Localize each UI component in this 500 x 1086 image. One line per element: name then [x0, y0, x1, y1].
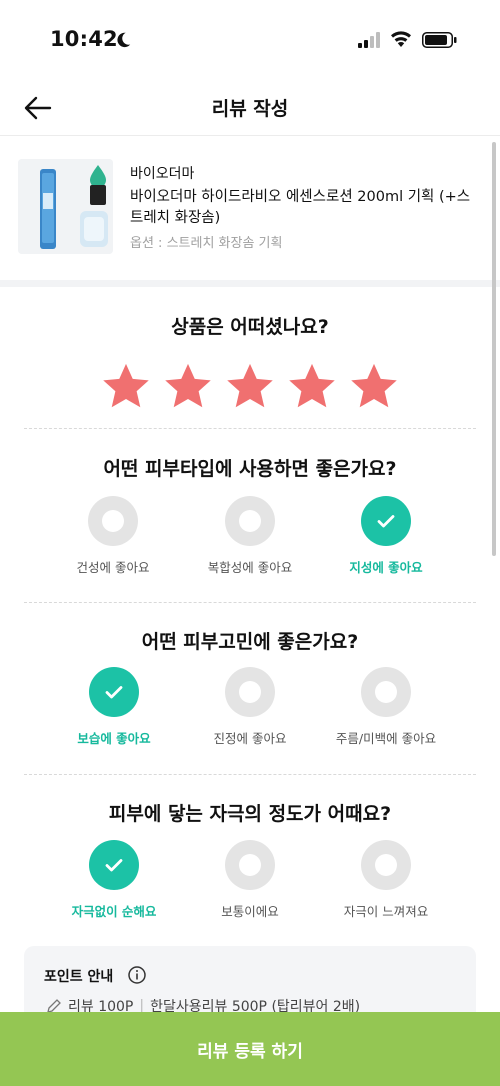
- skin-type-option-combination[interactable]: 복합성에 좋아요: [175, 496, 325, 576]
- skin-concern-option-wrinkle[interactable]: 주름/미백에 좋아요: [311, 667, 461, 747]
- option-label: 건성에 좋아요: [76, 560, 150, 575]
- radio-circle-icon: [361, 667, 411, 717]
- radio-circle-icon: [225, 496, 275, 546]
- star-icon[interactable]: [162, 360, 214, 412]
- submit-review-button[interactable]: 리뷰 등록 하기: [0, 1012, 500, 1086]
- status-bar: 10:42: [0, 0, 500, 80]
- points-title: 포인트 안내: [44, 969, 114, 985]
- star-icon[interactable]: [100, 360, 152, 412]
- product-option: 옵션 : 스트레치 화장솜 기획: [130, 236, 283, 251]
- irritation-option-normal[interactable]: 보통이에요: [175, 840, 325, 920]
- product-info: 바이오더마 바이오더마 하이드라비오 에센스로션 200ml 기획 (+스트레치…: [0, 137, 500, 280]
- battery-icon: [422, 32, 457, 48]
- option-label: 자극없이 순해요: [71, 904, 157, 919]
- skin-concern-option-moisture[interactable]: 보습에 좋아요: [39, 667, 189, 747]
- option-label: 주름/미백에 좋아요: [335, 731, 437, 746]
- product-image: [18, 159, 113, 254]
- scrollbar[interactable]: [492, 142, 496, 556]
- skin-concern-question: 어떤 피부고민에 좋은가요?: [141, 631, 359, 653]
- irritation-option-irritating[interactable]: 자극이 느껴져요: [311, 840, 461, 920]
- dashed-divider: [24, 774, 476, 775]
- check-icon: [89, 840, 139, 890]
- option-label: 진정에 좋아요: [213, 731, 287, 746]
- skin-type-option-oily[interactable]: 지성에 좋아요: [311, 496, 461, 576]
- star-icon[interactable]: [286, 360, 338, 412]
- skin-type-option-dry[interactable]: 건성에 좋아요: [38, 496, 188, 576]
- check-icon: [89, 667, 139, 717]
- irritation-option-gentle[interactable]: 자극없이 순해요: [39, 840, 189, 920]
- wifi-icon: [391, 31, 411, 47]
- dashed-divider: [24, 428, 476, 429]
- radio-circle-icon: [361, 840, 411, 890]
- radio-circle-icon: [225, 840, 275, 890]
- check-icon: [361, 496, 411, 546]
- signal-icon: [358, 32, 380, 48]
- irritation-question: 피부에 닿는 자극의 정도가 어때요?: [108, 803, 392, 825]
- status-time: 10:42: [50, 27, 118, 51]
- skin-concern-option-soothing[interactable]: 진정에 좋아요: [175, 667, 325, 747]
- skin-type-question: 어떤 피부타입에 사용하면 좋은가요?: [103, 458, 397, 480]
- product-brand: 바이오더마: [130, 166, 195, 182]
- section-divider: [0, 280, 500, 287]
- page-title: 리뷰 작성: [211, 98, 289, 120]
- star-icon[interactable]: [224, 360, 276, 412]
- option-label: 지성에 좋아요: [349, 560, 423, 575]
- rating-question: 상품은 어떠셨나요?: [171, 316, 329, 338]
- info-icon[interactable]: [128, 966, 146, 984]
- radio-circle-icon: [88, 496, 138, 546]
- product-name: 바이오더마 하이드라비오 에센스로션 200ml 기획 (+스트레치 화장솜): [130, 189, 471, 226]
- moon-icon: [117, 32, 131, 48]
- option-label: 보습에 좋아요: [77, 731, 151, 746]
- star-icon[interactable]: [348, 360, 400, 412]
- radio-circle-icon: [225, 667, 275, 717]
- option-label: 복합성에 좋아요: [207, 560, 293, 575]
- dashed-divider: [24, 602, 476, 603]
- header: 리뷰 작성: [0, 80, 500, 136]
- option-label: 자극이 느껴져요: [343, 904, 429, 919]
- star-rating[interactable]: [100, 360, 400, 412]
- option-label: 보통이에요: [221, 904, 279, 919]
